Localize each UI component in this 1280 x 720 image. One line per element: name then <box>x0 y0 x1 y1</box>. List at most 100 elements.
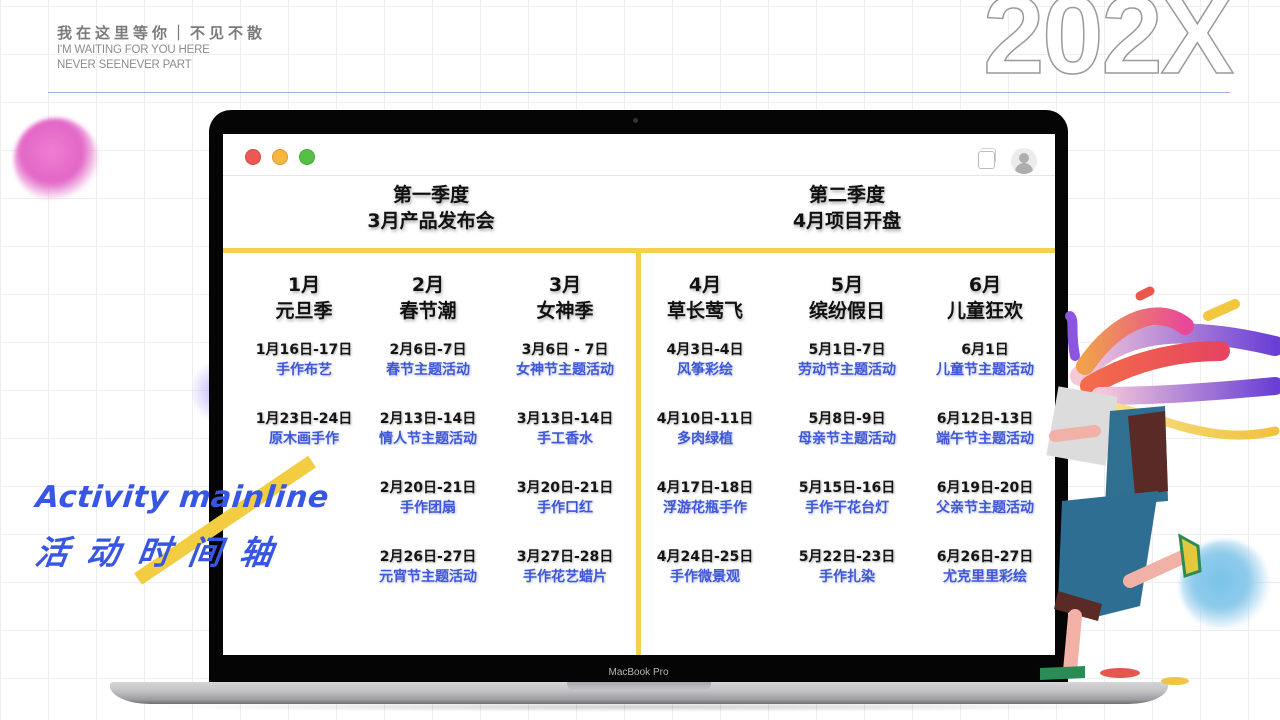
yellow-pebble <box>1161 677 1189 685</box>
event-date: 4月10日-11日 <box>656 411 754 427</box>
event-name: 手工香水 <box>537 431 593 447</box>
month-column-jun: 6月 儿童狂欢 6月1日 儿童节主题活动 6月12日-13日 端午节主题活动 6… <box>916 272 1054 616</box>
event-name: 春节主题活动 <box>386 362 470 378</box>
event-item[interactable]: 2月6日-7日 春节主题活动 <box>359 340 497 409</box>
user-avatar-icon[interactable] <box>1011 148 1037 174</box>
hair-stream <box>1203 299 1240 321</box>
event-date: 5月15日-16日 <box>798 480 896 496</box>
slogan-english-line2: NEVER SEENEVER PART <box>57 59 192 71</box>
event-date: 4月24日-25日 <box>656 549 754 565</box>
event-item[interactable]: 6月12日-13日 端午节主题活动 <box>916 409 1054 478</box>
event-item[interactable]: 4月17日-18日 浮游花瓶手作 <box>636 478 774 547</box>
quarter-subtitle: 4月项目开盘 <box>792 210 902 232</box>
event-item[interactable]: 5月1日-7日 劳动节主题活动 <box>778 340 916 409</box>
pink-blob-decoration <box>14 118 98 202</box>
header-divider <box>48 92 1230 93</box>
running-character-illustration <box>1040 286 1280 685</box>
event-name: 端午节主题活动 <box>936 431 1034 447</box>
month-theme: 儿童狂欢 <box>946 300 1023 322</box>
event-date: 5月8日-9日 <box>808 411 886 427</box>
event-item[interactable]: 3月6日 - 7日 女神节主题活动 <box>496 340 634 409</box>
quarter-title: 第二季度 <box>808 184 885 206</box>
event-date: 2月6日-7日 <box>389 342 467 358</box>
event-item[interactable]: 6月26日-27日 尤克里里彩绘 <box>916 547 1054 616</box>
close-button[interactable] <box>245 149 261 165</box>
event-item[interactable]: 2月20日-21日 手作团扇 <box>359 478 497 547</box>
event-date: 3月13日-14日 <box>516 411 614 427</box>
month-label: 4月 <box>688 274 722 296</box>
front-leg <box>1063 609 1082 678</box>
event-date: 4月17日-18日 <box>656 480 754 496</box>
vest <box>1128 411 1168 496</box>
month-column-jan: 1月 元旦季 1月16日-17日 手作布艺 1月23日-24日 原木画手作 <box>235 272 373 478</box>
event-item[interactable]: 5月22日-23日 手作扎染 <box>778 547 916 616</box>
event-item[interactable]: 3月13日-14日 手工香水 <box>496 409 634 478</box>
title-english: Activity mainline <box>34 480 331 515</box>
event-name: 情人节主题活动 <box>379 431 477 447</box>
event-item[interactable]: 2月13日-14日 情人节主题活动 <box>359 409 497 478</box>
event-date: 1月23日-24日 <box>255 411 353 427</box>
event-name: 手作花艺蜡片 <box>523 569 607 585</box>
event-item[interactable]: 6月1日 儿童节主题活动 <box>916 340 1054 409</box>
title-chinese: 活动时间轴 <box>32 533 294 572</box>
event-date: 6月1日 <box>961 342 1009 358</box>
hair-stream <box>1135 286 1155 301</box>
event-date: 6月12日-13日 <box>936 411 1034 427</box>
minimize-button[interactable] <box>272 149 288 165</box>
month-label: 5月 <box>830 274 864 296</box>
event-item[interactable]: 6月19日-20日 父亲节主题活动 <box>916 478 1054 547</box>
event-name: 母亲节主题活动 <box>798 431 896 447</box>
event-date: 1月16日-17日 <box>255 342 353 358</box>
window-titlebar <box>223 134 1055 176</box>
event-date: 6月19日-20日 <box>936 480 1034 496</box>
event-item[interactable]: 4月10日-11日 多肉绿植 <box>636 409 774 478</box>
browser-window: 第一季度 3月产品发布会 第二季度 4月项目开盘 1月 元旦季 1月16日-17… <box>223 134 1055 655</box>
maximize-button[interactable] <box>299 149 315 165</box>
month-theme: 草长莺飞 <box>666 300 743 322</box>
month-column-feb: 2月 春节潮 2月6日-7日 春节主题活动 2月13日-14日 情人节主题活动 … <box>359 272 497 616</box>
quarter-subtitle: 3月产品发布会 <box>367 210 495 232</box>
laptop-screen-bezel: 第一季度 3月产品发布会 第二季度 4月项目开盘 1月 元旦季 1月16日-17… <box>209 110 1068 682</box>
event-name: 多肉绿植 <box>677 431 733 447</box>
slogan-chinese: 我在这里等你｜不见不散 <box>57 24 267 42</box>
month-theme: 元旦季 <box>275 300 333 322</box>
month-column-may: 5月 缤纷假日 5月1日-7日 劳动节主题活动 5月8日-9日 母亲节主题活动 … <box>778 272 916 616</box>
event-date: 2月26日-27日 <box>379 549 477 565</box>
event-name: 手作口红 <box>537 500 593 516</box>
event-name: 女神节主题活动 <box>516 362 614 378</box>
event-item[interactable]: 5月8日-9日 母亲节主题活动 <box>778 409 916 478</box>
event-name: 手作团扇 <box>400 500 456 516</box>
event-item[interactable]: 4月24日-25日 手作微景观 <box>636 547 774 616</box>
hair-stream <box>1091 377 1280 405</box>
laptop-brand-label: MacBook Pro <box>608 667 669 678</box>
hair-stream <box>1065 311 1080 361</box>
event-name: 劳动节主题活动 <box>798 362 896 378</box>
month-label: 6月 <box>968 274 1002 296</box>
event-date: 5月22日-23日 <box>798 549 896 565</box>
avatar-body <box>1015 163 1033 174</box>
avatar-head <box>1019 153 1029 163</box>
event-name: 父亲节主题活动 <box>936 500 1034 516</box>
laptop-opening-notch <box>567 682 711 691</box>
back-slipper <box>1178 533 1202 579</box>
month-theme: 春节潮 <box>399 300 457 322</box>
month-theme: 女神季 <box>536 300 594 322</box>
red-pebble <box>1100 668 1140 678</box>
event-item[interactable]: 1月16日-17日 手作布艺 <box>235 340 373 409</box>
slogan-english-line1: I'M WAITING FOR YOU HERE <box>57 44 210 56</box>
event-date: 3月6日 - 7日 <box>521 342 609 358</box>
laptop-base <box>110 682 1168 704</box>
camera-icon <box>633 118 638 123</box>
event-item[interactable]: 5月15日-16日 手作干花台灯 <box>778 478 916 547</box>
quarter-1-header: 第一季度 3月产品发布会 <box>223 182 639 234</box>
event-name: 元宵节主题活动 <box>379 569 477 585</box>
event-name: 手作微景观 <box>670 569 740 585</box>
front-slipper <box>1040 666 1085 680</box>
event-item[interactable]: 3月27日-28日 手作花艺蜡片 <box>496 547 634 616</box>
event-item[interactable]: 2月26日-27日 元宵节主题活动 <box>359 547 497 616</box>
event-name: 儿童节主题活动 <box>936 362 1034 378</box>
event-date: 3月27日-28日 <box>516 549 614 565</box>
event-item[interactable]: 3月20日-21日 手作口红 <box>496 478 634 547</box>
copy-icon[interactable] <box>978 148 996 169</box>
event-item[interactable]: 4月3日-4日 风筝彩绘 <box>636 340 774 409</box>
